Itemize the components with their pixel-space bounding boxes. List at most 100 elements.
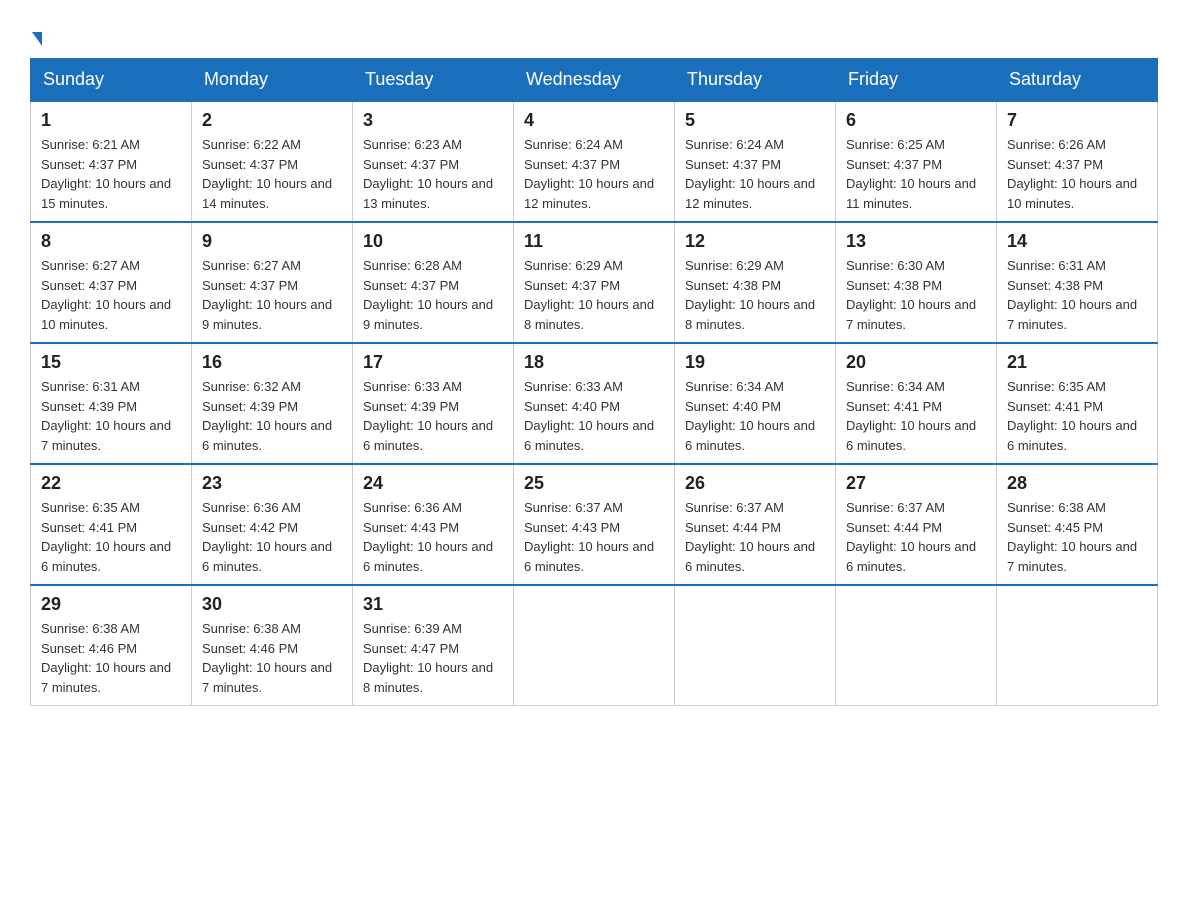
day-number: 31 bbox=[363, 594, 503, 615]
calendar-cell: 7 Sunrise: 6:26 AMSunset: 4:37 PMDaylight… bbox=[997, 101, 1158, 222]
day-number: 19 bbox=[685, 352, 825, 373]
calendar-cell: 29 Sunrise: 6:38 AMSunset: 4:46 PMDayligh… bbox=[31, 585, 192, 706]
day-info: Sunrise: 6:21 AMSunset: 4:37 PMDaylight:… bbox=[41, 135, 181, 213]
day-number: 30 bbox=[202, 594, 342, 615]
day-info: Sunrise: 6:38 AMSunset: 4:46 PMDaylight:… bbox=[41, 619, 181, 697]
calendar-cell: 8 Sunrise: 6:27 AMSunset: 4:37 PMDaylight… bbox=[31, 222, 192, 343]
day-number: 10 bbox=[363, 231, 503, 252]
calendar-cell: 13Sunrise: 6:30 AMSunset: 4:38 PMDayligh… bbox=[836, 222, 997, 343]
calendar-cell: 6 Sunrise: 6:25 AMSunset: 4:37 PMDaylight… bbox=[836, 101, 997, 222]
calendar-cell bbox=[675, 585, 836, 706]
day-number: 18 bbox=[524, 352, 664, 373]
day-number: 28 bbox=[1007, 473, 1147, 494]
day-info: Sunrise: 6:38 AMSunset: 4:46 PMDaylight:… bbox=[202, 619, 342, 697]
calendar-cell: 1 Sunrise: 6:21 AMSunset: 4:37 PMDaylight… bbox=[31, 101, 192, 222]
day-info: Sunrise: 6:23 AMSunset: 4:37 PMDaylight:… bbox=[363, 135, 503, 213]
day-info: Sunrise: 6:30 AMSunset: 4:38 PMDaylight:… bbox=[846, 256, 986, 334]
week-row-2: 8 Sunrise: 6:27 AMSunset: 4:37 PMDaylight… bbox=[31, 222, 1158, 343]
calendar-cell: 27 Sunrise: 6:37 AMSunset: 4:44 PMDayligh… bbox=[836, 464, 997, 585]
calendar-cell: 21Sunrise: 6:35 AMSunset: 4:41 PMDayligh… bbox=[997, 343, 1158, 464]
day-info: Sunrise: 6:35 AMSunset: 4:41 PMDaylight:… bbox=[41, 498, 181, 576]
day-info: Sunrise: 6:37 AMSunset: 4:44 PMDaylight:… bbox=[685, 498, 825, 576]
calendar-cell bbox=[514, 585, 675, 706]
calendar-cell: 30 Sunrise: 6:38 AMSunset: 4:46 PMDayligh… bbox=[192, 585, 353, 706]
week-row-5: 29 Sunrise: 6:38 AMSunset: 4:46 PMDayligh… bbox=[31, 585, 1158, 706]
calendar-cell: 4Sunrise: 6:24 AMSunset: 4:37 PMDaylight… bbox=[514, 101, 675, 222]
calendar-cell: 18 Sunrise: 6:33 AMSunset: 4:40 PMDayligh… bbox=[514, 343, 675, 464]
day-info: Sunrise: 6:33 AMSunset: 4:39 PMDaylight:… bbox=[363, 377, 503, 455]
week-row-3: 15Sunrise: 6:31 AMSunset: 4:39 PMDayligh… bbox=[31, 343, 1158, 464]
calendar-table: SundayMondayTuesdayWednesdayThursdayFrid… bbox=[30, 58, 1158, 706]
calendar-cell: 20 Sunrise: 6:34 AMSunset: 4:41 PMDayligh… bbox=[836, 343, 997, 464]
day-info: Sunrise: 6:37 AMSunset: 4:43 PMDaylight:… bbox=[524, 498, 664, 576]
calendar-cell: 22 Sunrise: 6:35 AMSunset: 4:41 PMDayligh… bbox=[31, 464, 192, 585]
day-info: Sunrise: 6:27 AMSunset: 4:37 PMDaylight:… bbox=[41, 256, 181, 334]
weekday-header-saturday: Saturday bbox=[997, 59, 1158, 102]
day-info: Sunrise: 6:22 AMSunset: 4:37 PMDaylight:… bbox=[202, 135, 342, 213]
calendar-cell: 15Sunrise: 6:31 AMSunset: 4:39 PMDayligh… bbox=[31, 343, 192, 464]
weekday-header-row: SundayMondayTuesdayWednesdayThursdayFrid… bbox=[31, 59, 1158, 102]
day-number: 3 bbox=[363, 110, 503, 131]
week-row-4: 22 Sunrise: 6:35 AMSunset: 4:41 PMDayligh… bbox=[31, 464, 1158, 585]
calendar-cell: 24 Sunrise: 6:36 AMSunset: 4:43 PMDayligh… bbox=[353, 464, 514, 585]
calendar-cell: 2 Sunrise: 6:22 AMSunset: 4:37 PMDaylight… bbox=[192, 101, 353, 222]
day-number: 26 bbox=[685, 473, 825, 494]
calendar-cell: 17 Sunrise: 6:33 AMSunset: 4:39 PMDayligh… bbox=[353, 343, 514, 464]
calendar-cell: 31 Sunrise: 6:39 AMSunset: 4:47 PMDayligh… bbox=[353, 585, 514, 706]
day-number: 6 bbox=[846, 110, 986, 131]
day-number: 25 bbox=[524, 473, 664, 494]
day-info: Sunrise: 6:25 AMSunset: 4:37 PMDaylight:… bbox=[846, 135, 986, 213]
logo bbox=[30, 20, 42, 48]
calendar-cell: 5 Sunrise: 6:24 AMSunset: 4:37 PMDaylight… bbox=[675, 101, 836, 222]
day-number: 15 bbox=[41, 352, 181, 373]
day-info: Sunrise: 6:31 AMSunset: 4:38 PMDaylight:… bbox=[1007, 256, 1147, 334]
calendar-cell: 19Sunrise: 6:34 AMSunset: 4:40 PMDayligh… bbox=[675, 343, 836, 464]
day-info: Sunrise: 6:34 AMSunset: 4:41 PMDaylight:… bbox=[846, 377, 986, 455]
day-number: 23 bbox=[202, 473, 342, 494]
calendar-cell: 26 Sunrise: 6:37 AMSunset: 4:44 PMDayligh… bbox=[675, 464, 836, 585]
day-info: Sunrise: 6:37 AMSunset: 4:44 PMDaylight:… bbox=[846, 498, 986, 576]
day-info: Sunrise: 6:26 AMSunset: 4:37 PMDaylight:… bbox=[1007, 135, 1147, 213]
weekday-header-thursday: Thursday bbox=[675, 59, 836, 102]
day-info: Sunrise: 6:39 AMSunset: 4:47 PMDaylight:… bbox=[363, 619, 503, 697]
day-number: 11 bbox=[524, 231, 664, 252]
calendar-cell: 3 Sunrise: 6:23 AMSunset: 4:37 PMDaylight… bbox=[353, 101, 514, 222]
day-info: Sunrise: 6:33 AMSunset: 4:40 PMDaylight:… bbox=[524, 377, 664, 455]
calendar-cell: 23 Sunrise: 6:36 AMSunset: 4:42 PMDayligh… bbox=[192, 464, 353, 585]
day-info: Sunrise: 6:29 AMSunset: 4:37 PMDaylight:… bbox=[524, 256, 664, 334]
calendar-cell: 16Sunrise: 6:32 AMSunset: 4:39 PMDayligh… bbox=[192, 343, 353, 464]
week-row-1: 1 Sunrise: 6:21 AMSunset: 4:37 PMDaylight… bbox=[31, 101, 1158, 222]
calendar-cell bbox=[836, 585, 997, 706]
day-number: 5 bbox=[685, 110, 825, 131]
logo-general-row bbox=[30, 20, 42, 48]
day-number: 17 bbox=[363, 352, 503, 373]
day-number: 7 bbox=[1007, 110, 1147, 131]
weekday-header-tuesday: Tuesday bbox=[353, 59, 514, 102]
calendar-cell: 11 Sunrise: 6:29 AMSunset: 4:37 PMDayligh… bbox=[514, 222, 675, 343]
day-number: 29 bbox=[41, 594, 181, 615]
calendar-cell: 10Sunrise: 6:28 AMSunset: 4:37 PMDayligh… bbox=[353, 222, 514, 343]
weekday-header-wednesday: Wednesday bbox=[514, 59, 675, 102]
day-info: Sunrise: 6:24 AMSunset: 4:37 PMDaylight:… bbox=[524, 135, 664, 213]
day-info: Sunrise: 6:36 AMSunset: 4:43 PMDaylight:… bbox=[363, 498, 503, 576]
day-info: Sunrise: 6:36 AMSunset: 4:42 PMDaylight:… bbox=[202, 498, 342, 576]
day-number: 14 bbox=[1007, 231, 1147, 252]
day-number: 20 bbox=[846, 352, 986, 373]
day-number: 2 bbox=[202, 110, 342, 131]
calendar-cell: 28Sunrise: 6:38 AMSunset: 4:45 PMDayligh… bbox=[997, 464, 1158, 585]
day-number: 22 bbox=[41, 473, 181, 494]
calendar-cell bbox=[997, 585, 1158, 706]
calendar-cell: 12Sunrise: 6:29 AMSunset: 4:38 PMDayligh… bbox=[675, 222, 836, 343]
weekday-header-monday: Monday bbox=[192, 59, 353, 102]
day-number: 8 bbox=[41, 231, 181, 252]
day-number: 9 bbox=[202, 231, 342, 252]
day-number: 1 bbox=[41, 110, 181, 131]
calendar-cell: 25 Sunrise: 6:37 AMSunset: 4:43 PMDayligh… bbox=[514, 464, 675, 585]
calendar-cell: 9Sunrise: 6:27 AMSunset: 4:37 PMDaylight… bbox=[192, 222, 353, 343]
page-header bbox=[30, 20, 1158, 48]
day-info: Sunrise: 6:24 AMSunset: 4:37 PMDaylight:… bbox=[685, 135, 825, 213]
weekday-header-sunday: Sunday bbox=[31, 59, 192, 102]
day-number: 12 bbox=[685, 231, 825, 252]
day-number: 27 bbox=[846, 473, 986, 494]
day-number: 24 bbox=[363, 473, 503, 494]
